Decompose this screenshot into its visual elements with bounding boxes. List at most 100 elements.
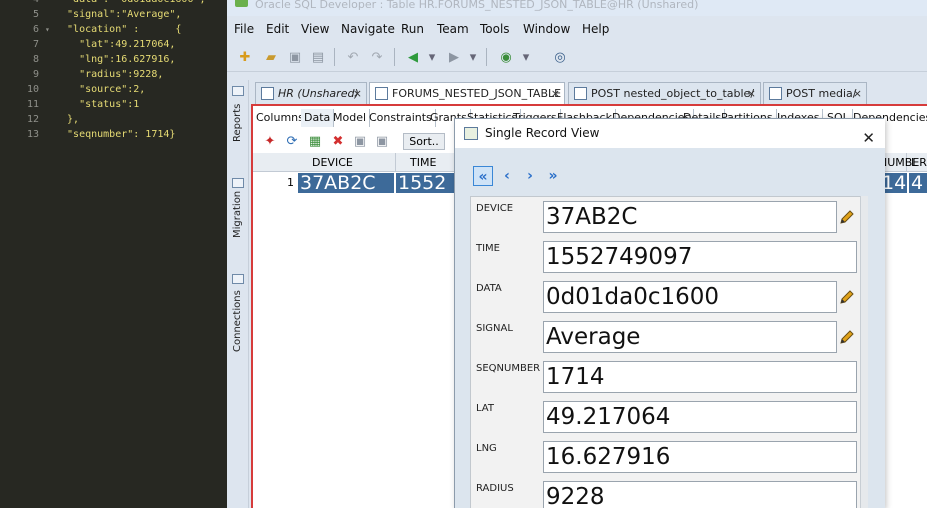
- row-number: 1: [287, 176, 294, 189]
- tab-hr-unshared[interactable]: HR (Unshared) ×: [255, 82, 367, 104]
- save-all-icon[interactable]: ▤: [309, 48, 327, 66]
- fold-marker[interactable]: ▾: [45, 22, 55, 37]
- line-number: 5: [32, 9, 39, 20]
- field-label: SIGNAL: [476, 323, 513, 334]
- app-icon: [235, 0, 248, 7]
- field-row-device: DEVICE 37AB2C: [471, 197, 861, 237]
- code-line: 13 "seqnumber": 1714}: [0, 127, 175, 142]
- code-text: "lat":49.217064,: [55, 39, 176, 50]
- menu-help[interactable]: Help: [582, 22, 609, 36]
- line-number: 10: [26, 84, 39, 95]
- close-icon[interactable]: ×: [353, 83, 362, 104]
- column-header-l[interactable]: L: [907, 153, 927, 172]
- menu-tools[interactable]: Tools: [480, 22, 510, 36]
- field-label: LNG: [476, 443, 497, 454]
- json-code-editor[interactable]: 4 "data": "0d01da0c1600",5 "signal":"Ave…: [0, 0, 227, 508]
- code-text: },: [55, 114, 80, 125]
- column-header-device[interactable]: DEVICE: [298, 153, 396, 172]
- menu-run[interactable]: Run: [401, 22, 424, 36]
- code-line: 7 "lat":49.217064,: [0, 37, 175, 52]
- line-number: 8: [32, 54, 39, 65]
- last-record-button[interactable]: »: [543, 166, 563, 186]
- record-fields: DEVICE 37AB2C TIME 1552749097 DATA 0d01da0c16…: [470, 196, 868, 508]
- main-toolbar: ✚ ▰ ▣ ▤ ↶ ↷ ◀ ▾ ▶ ▾ ◉ ▾ ◎: [227, 42, 927, 72]
- tab-post-nested-object[interactable]: POST nested_object_to_table/ ×: [568, 82, 761, 104]
- field-value-data[interactable]: 0d01da0c1600: [543, 281, 837, 313]
- field-value-seqnumber[interactable]: 1714: [543, 361, 857, 393]
- side-tab-migration-label: Migration: [232, 190, 243, 238]
- side-tab-migration[interactable]: Migration: [229, 176, 247, 264]
- menu-view[interactable]: View: [301, 22, 329, 36]
- fields-scrollbar[interactable]: [860, 196, 868, 508]
- back-dropdown-icon[interactable]: ▾: [423, 48, 441, 66]
- previous-record-button[interactable]: ‹: [497, 166, 517, 186]
- field-value-time[interactable]: 1552749097: [543, 241, 857, 273]
- rest-icon: [769, 87, 782, 100]
- menu-navigate[interactable]: Navigate: [341, 22, 395, 36]
- new-icon[interactable]: ✚: [236, 48, 254, 66]
- column-header-time[interactable]: TIME: [396, 153, 456, 172]
- field-row-signal: SIGNAL Average: [471, 317, 861, 357]
- tab-forums-nested-json-table[interactable]: FORUMS_NESTED_JSON_TABLE ×: [369, 82, 565, 105]
- first-record-button[interactable]: «: [473, 166, 493, 186]
- menu-file[interactable]: File: [234, 22, 254, 36]
- close-icon[interactable]: ×: [747, 83, 756, 104]
- field-row-data: DATA 0d01da0c1600: [471, 277, 861, 317]
- menu-window[interactable]: Window: [523, 22, 570, 36]
- binoculars-icon[interactable]: ◎: [551, 48, 569, 66]
- rollback-icon[interactable]: ▣: [373, 132, 391, 150]
- open-folder-icon[interactable]: ▰: [262, 48, 280, 66]
- tab-columns[interactable]: Columns: [253, 109, 308, 127]
- field-row-lng: LNG 16.627916: [471, 437, 861, 477]
- code-line: 5 "signal":"Average",: [0, 7, 181, 22]
- side-tab-reports[interactable]: Reports: [229, 84, 247, 164]
- close-icon[interactable]: ×: [853, 83, 862, 104]
- delete-row-icon[interactable]: ✖: [329, 132, 347, 150]
- menu-edit[interactable]: Edit: [266, 22, 289, 36]
- pencil-edit-icon[interactable]: [839, 209, 855, 225]
- menu-team[interactable]: Team: [437, 22, 469, 36]
- redo-icon[interactable]: ↷: [368, 48, 386, 66]
- tab-label: FORUMS_NESTED_JSON_TABLE: [392, 87, 562, 100]
- code-text: "signal":"Average",: [55, 9, 182, 20]
- field-label: SEQNUMBER: [476, 363, 541, 374]
- side-tab-reports-label: Reports: [232, 103, 243, 142]
- document-tabs: HR (Unshared) × FORUMS_NESTED_JSON_TABLE…: [251, 82, 927, 105]
- pin-icon[interactable]: ✦: [261, 132, 279, 150]
- cell-device[interactable]: 37AB2C: [298, 173, 394, 193]
- side-tab-connections[interactable]: Connections: [229, 272, 247, 356]
- sort-button[interactable]: Sort..: [403, 133, 445, 150]
- undo-icon[interactable]: ↶: [344, 48, 362, 66]
- field-row-seqnumber: SEQNUMBER 1714: [471, 357, 861, 397]
- tab-model[interactable]: Model: [330, 109, 371, 127]
- sql-worksheet-icon[interactable]: ◉: [497, 48, 515, 66]
- code-line: 4 "data": "0d01da0c1600",: [0, 0, 206, 7]
- close-icon[interactable]: ×: [551, 83, 560, 104]
- field-value-radius[interactable]: 9228: [543, 481, 857, 508]
- save-icon[interactable]: ▣: [286, 48, 304, 66]
- code-text: "status":1: [55, 99, 140, 110]
- forward-dropdown-icon[interactable]: ▾: [464, 48, 482, 66]
- field-value-lat[interactable]: 49.217064: [543, 401, 857, 433]
- next-record-button[interactable]: ›: [520, 166, 540, 186]
- field-row-radius: RADIUS 9228: [471, 477, 861, 508]
- field-label: DATA: [476, 283, 502, 294]
- field-value-signal[interactable]: Average: [543, 321, 837, 353]
- insert-row-icon[interactable]: ▦: [306, 132, 324, 150]
- sql-dropdown-icon[interactable]: ▾: [517, 48, 535, 66]
- pencil-edit-icon[interactable]: [839, 329, 855, 345]
- cell-l[interactable]: 4: [909, 173, 927, 193]
- back-icon[interactable]: ◀: [404, 48, 422, 66]
- field-value-lng[interactable]: 16.627916: [543, 441, 857, 473]
- cell-time[interactable]: 1552: [396, 173, 456, 193]
- field-value-device[interactable]: 37AB2C: [543, 201, 837, 233]
- line-number: 13: [26, 129, 39, 140]
- tab-label: POST nested_object_to_table/: [591, 87, 755, 100]
- pencil-edit-icon[interactable]: [839, 289, 855, 305]
- code-line: 8 "lng":16.627916,: [0, 52, 175, 67]
- tab-post-media[interactable]: POST media/ ×: [763, 82, 867, 104]
- refresh-icon[interactable]: ⟳: [283, 132, 301, 150]
- tab-constraints[interactable]: Constraints: [366, 109, 436, 127]
- forward-icon[interactable]: ▶: [445, 48, 463, 66]
- commit-icon[interactable]: ▣: [351, 132, 369, 150]
